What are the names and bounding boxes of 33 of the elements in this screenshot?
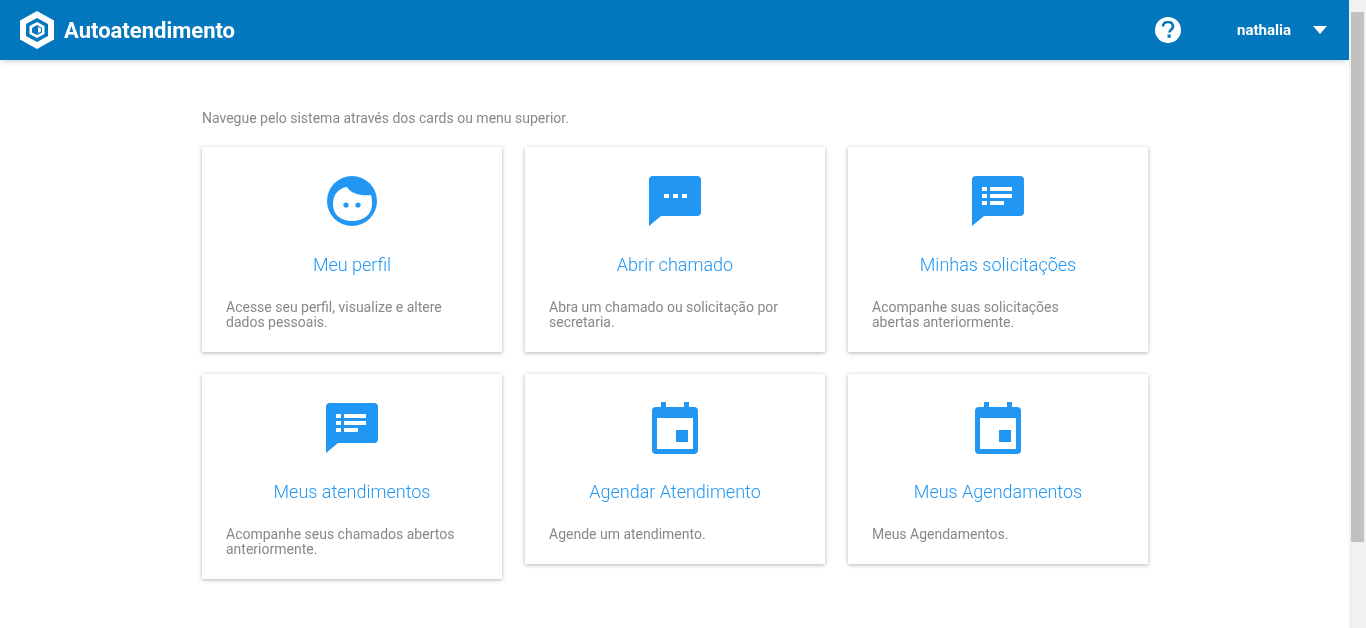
chat-bubble-icon: [649, 176, 701, 226]
list-message-icon: [326, 403, 378, 453]
feature-card[interactable]: Meus atendimentos Acompanhe seus chamados abertos anteriormente.: [202, 374, 502, 579]
feature-card[interactable]: Meu perfil Acesse seu perfil, visualize e altere dados pessoais.: [202, 147, 502, 352]
face-icon: [327, 176, 377, 226]
card-description: Abra um chamado ou solicitação por secretaria.: [549, 300, 780, 330]
user-menu-button[interactable]: nathalia: [1237, 18, 1327, 42]
feature-card[interactable]: Minhas solicitações Acompanhe suas solicitações abertas anteriormente.: [848, 147, 1148, 352]
scrollbar[interactable]: [1349, 0, 1366, 628]
scrollbar-thumb[interactable]: [1351, 12, 1364, 542]
help-icon: [1161, 21, 1176, 39]
card-title: Meu perfil: [311, 253, 393, 277]
card-description: Acesse seu perfil, visualize e altere dados pessoais.: [226, 300, 443, 330]
card-title: Abrir chamado: [615, 253, 735, 277]
help-button[interactable]: [1155, 17, 1182, 43]
hexagon-logo-icon: [18, 10, 56, 50]
card-description: Acompanhe suas solicitações abertas anteriormente.: [872, 300, 1060, 330]
card-description: Agende um atendimento.: [549, 527, 707, 542]
card-title: Minhas solicitações: [918, 253, 1078, 277]
app-title: Autoatendimento: [64, 16, 236, 45]
card-title: Meus atendimentos: [272, 480, 432, 504]
calendar-icon: [652, 402, 698, 454]
card-title: Meus Agendamentos: [912, 480, 1084, 504]
feature-card[interactable]: Abrir chamado Abra um chamado ou solicitação por secretaria.: [525, 147, 825, 352]
caret-icon: [1313, 26, 1327, 34]
card-description: Meus Agendamentos.: [872, 527, 1010, 542]
card-title: Agendar Atendimento: [588, 480, 762, 504]
feature-card[interactable]: Agendar Atendimento Agende um atendimento.: [525, 374, 825, 564]
card-description: Acompanhe seus chamados abertos anteriormente.: [226, 527, 456, 557]
feature-card[interactable]: Meus Agendamentos Meus Agendamentos.: [848, 374, 1148, 564]
intro-text: Navegue pelo sistema através dos cards ou menu superior.: [202, 109, 570, 128]
list-message-icon: [972, 176, 1024, 226]
calendar-icon: [975, 402, 1021, 454]
